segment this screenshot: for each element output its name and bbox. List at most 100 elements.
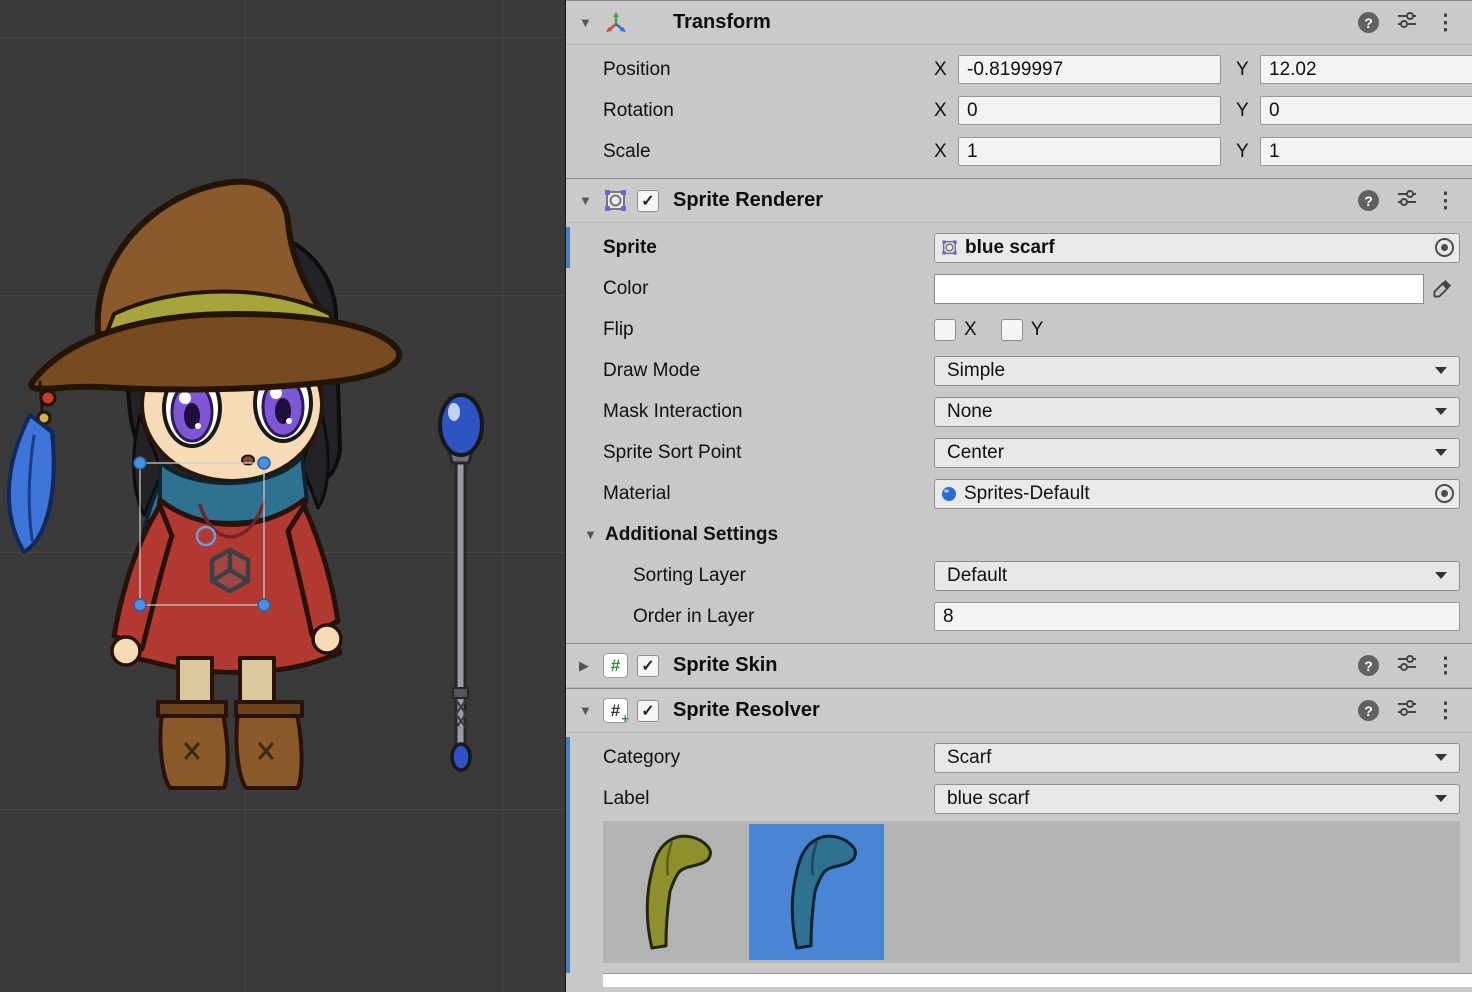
draw-mode-dropdown[interactable]: Simple [934,356,1460,386]
next-field-partial [603,973,1472,987]
unity-editor-window: ▼ Transform ? ⋮ [0,0,1472,992]
scale-y-field[interactable] [1260,137,1472,166]
help-icon[interactable]: ? [1358,190,1379,211]
foldout-arrow-icon[interactable]: ▼ [579,703,600,718]
sprite-renderer-icon [602,187,629,214]
foldout-arrow-icon[interactable]: ▼ [579,15,600,30]
foldout-arrow-icon[interactable]: ▼ [584,527,605,542]
axis-y-label: Y [1236,141,1260,163]
presets-icon[interactable] [1397,189,1417,213]
dropdown-value: Center [947,442,1004,464]
component-title: Sprite Renderer [673,189,823,212]
checkmark: ✓ [641,656,654,676]
hash-glyph: # [611,656,620,676]
presets-icon[interactable] [1397,699,1417,723]
sprite-row: Sprite blue scarf [566,227,1472,268]
transform-header[interactable]: ▼ Transform ? ⋮ [566,0,1472,45]
component-title: Transform [673,11,771,34]
axis-y-label: Y [1236,59,1260,81]
category-dropdown[interactable]: Scarf [934,743,1460,773]
presets-icon[interactable] [1397,654,1417,678]
sorting-layer-dropdown[interactable]: Default [934,561,1460,591]
presets-icon[interactable] [1397,11,1417,35]
flip-row: Flip X Y [566,309,1472,350]
hand [313,625,341,653]
sprite-skin-header[interactable]: ▶ # ✓ Sprite Skin ? ⋮ [566,643,1472,688]
selection-handle[interactable] [134,457,146,469]
dropdown-value: Simple [947,360,1005,382]
property-label: Sorting Layer [633,565,934,587]
position-x-field[interactable] [958,55,1221,84]
pendant [212,550,248,591]
dropdown-value: None [947,401,992,423]
property-label: Draw Mode [603,360,934,382]
kebab-menu-icon[interactable]: ⋮ [1435,700,1456,721]
chevron-down-icon [1435,367,1447,374]
object-picker-icon[interactable] [1435,238,1454,257]
kebab-menu-icon[interactable]: ⋮ [1435,12,1456,33]
kebab-menu-icon[interactable]: ⋮ [1435,190,1456,211]
character-sprite[interactable] [9,182,399,788]
help-icon[interactable]: ? [1358,12,1379,33]
order-in-layer-field[interactable] [934,602,1460,631]
rotation-y-field[interactable] [1260,96,1472,125]
label-dropdown[interactable]: blue scarf [934,784,1460,814]
material-object-field[interactable]: Sprites-Default [934,479,1460,509]
rotation-x-field[interactable] [958,96,1221,125]
script-icon: #+ [602,697,629,724]
property-label: Flip [603,319,934,341]
selection-handle[interactable] [258,457,270,469]
checkmark: ✓ [641,701,654,721]
staff-sprite[interactable] [440,395,482,770]
selection-handle[interactable] [134,599,146,611]
property-label: Order in Layer [633,606,934,628]
sprite-sort-point-dropdown[interactable]: Center [934,438,1460,468]
component-enabled-checkbox[interactable]: ✓ [637,700,659,722]
green-scarf-thumbnail[interactable] [604,824,739,960]
sorting-layer-row: Sorting Layer Default [566,555,1472,596]
transform-component: ▼ Transform ? ⋮ [566,0,1472,178]
flip-x-checkbox[interactable] [934,319,956,341]
plus-glyph: + [621,711,629,726]
eyedropper-icon[interactable] [1424,274,1460,304]
component-enabled-checkbox[interactable]: ✓ [637,190,659,212]
chevron-down-icon [1435,754,1447,761]
material-sphere-icon [941,486,957,502]
material-value: Sprites-Default [964,483,1090,505]
property-label: Position [603,59,934,81]
blue-scarf-shape [792,836,855,948]
property-label: Sprite Sort Point [603,442,934,464]
kebab-menu-icon[interactable]: ⋮ [1435,655,1456,676]
component-enabled-checkbox[interactable]: ✓ [637,655,659,677]
scale-x-field[interactable] [958,137,1221,166]
additional-settings-row[interactable]: ▼ Additional Settings [566,514,1472,555]
foldout-arrow-icon[interactable]: ▶ [579,658,600,674]
blue-scarf-thumbnail[interactable] [749,824,884,960]
scene-view[interactable] [0,0,565,992]
axis-x-label: X [934,100,958,122]
override-indicator [566,737,570,973]
property-label: Mask Interaction [603,401,934,423]
category-row: Category Scarf [566,737,1472,778]
mask-interaction-row: Mask Interaction None [566,391,1472,432]
property-label: Rotation [603,100,934,122]
color-swatch[interactable] [934,274,1424,304]
sprite-resolver-header[interactable]: ▼ #+ ✓ Sprite Resolver ? ⋮ [566,688,1472,733]
flip-y-checkbox[interactable] [1001,319,1023,341]
sprite-object-field[interactable]: blue scarf [934,233,1460,263]
foldout-arrow-icon[interactable]: ▼ [579,193,600,208]
chevron-down-icon [1435,449,1447,456]
chevron-down-icon [1435,572,1447,579]
dropdown-value: blue scarf [947,788,1029,810]
help-icon[interactable]: ? [1358,700,1379,721]
help-icon[interactable]: ? [1358,655,1379,676]
selection-handle[interactable] [258,599,270,611]
sprite-renderer-header[interactable]: ▼ ✓ Sprite Renderer ? ⋮ [566,178,1472,223]
mask-interaction-dropdown[interactable]: None [934,397,1460,427]
object-picker-icon[interactable] [1435,484,1454,503]
scene-canvas[interactable] [0,0,565,992]
scale-row: Scale X Y Z [566,131,1472,172]
dropdown-value: Scarf [947,747,991,769]
blue-feather [9,415,54,552]
position-y-field[interactable] [1260,55,1472,84]
